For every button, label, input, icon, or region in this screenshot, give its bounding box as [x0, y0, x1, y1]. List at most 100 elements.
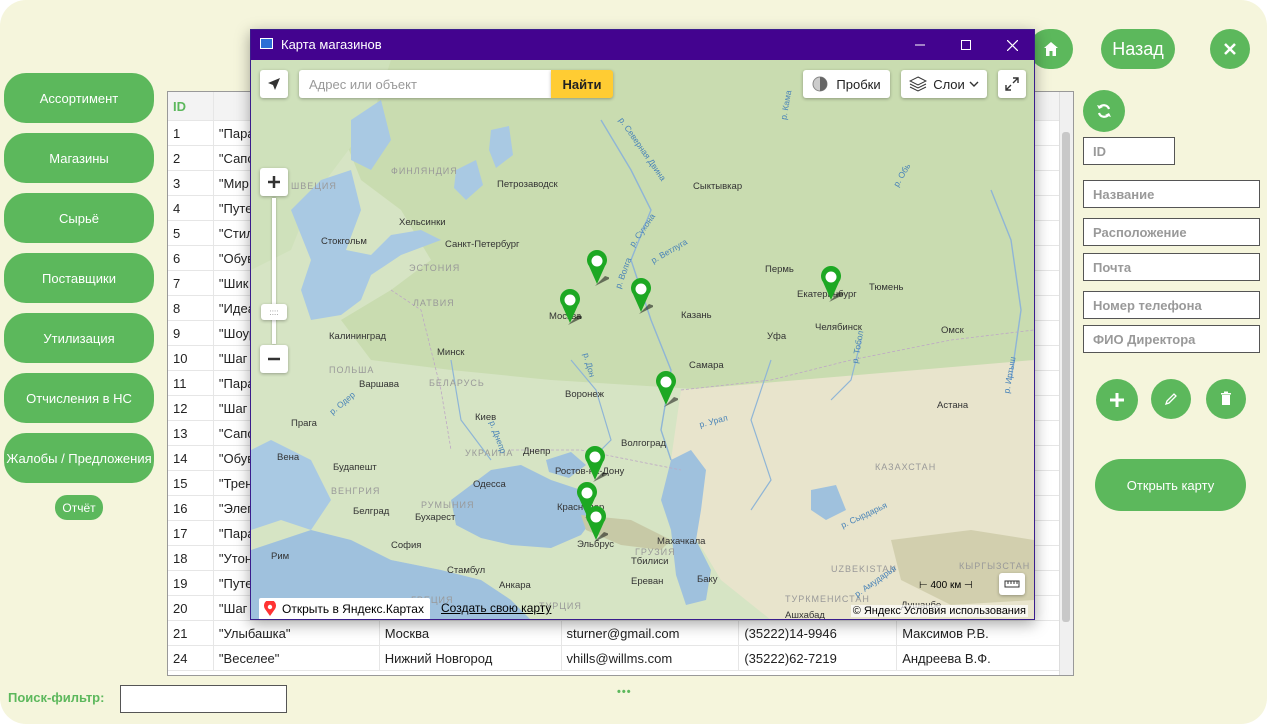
city-label: Пермь — [765, 264, 794, 275]
city-label: Уфа — [767, 331, 787, 342]
city-label: Минск — [437, 347, 465, 358]
cell-phone[interactable]: (35222)62-7219 — [738, 645, 898, 671]
cell-id[interactable]: 5 — [168, 220, 214, 246]
back-button[interactable]: Назад — [1101, 29, 1175, 69]
zoom-slider-thumb[interactable]: :::: — [261, 304, 287, 320]
name-field[interactable]: Название — [1083, 180, 1260, 208]
nav-suppliers-button[interactable]: Поставщики — [4, 253, 154, 303]
email-field[interactable]: Почта — [1083, 253, 1260, 281]
city-label: Махачкала — [657, 536, 706, 547]
nav-complaints-button[interactable]: Жалобы / Предложения — [4, 433, 154, 483]
store-pin[interactable] — [583, 446, 607, 482]
cell-phone[interactable]: (35222)14-9946 — [738, 620, 898, 646]
cell-id[interactable]: 16 — [168, 495, 214, 521]
column-header-id[interactable]: ID — [168, 92, 214, 121]
open-in-yandex-link[interactable]: Открыть в Яндекс.Картах — [259, 598, 430, 619]
edit-button[interactable] — [1151, 379, 1191, 419]
cell-name[interactable]: "Улыбашка" — [213, 620, 380, 646]
table-row[interactable]: 21 "Улыбашка" Москва sturner@gmail.com (3522… — [168, 620, 1073, 646]
map-marker-icon — [264, 601, 276, 616]
create-map-link[interactable]: Создать свою карту — [441, 601, 551, 615]
layers-label: Слои — [933, 76, 965, 92]
search-filter-label: Поиск-фильтр: — [8, 690, 105, 705]
home-button[interactable] — [1029, 29, 1073, 69]
phone-field[interactable]: Номер телефона — [1083, 291, 1260, 319]
maximize-button[interactable] — [943, 30, 989, 60]
map-window-titlebar[interactable]: Карта магазинов — [251, 30, 1034, 60]
store-pin[interactable] — [585, 250, 609, 286]
cell-city[interactable]: Нижний Новгород — [379, 645, 562, 671]
cell-id[interactable]: 1 — [168, 120, 214, 146]
store-pin[interactable] — [558, 289, 582, 325]
map-search-input[interactable]: Адрес или объект — [299, 70, 551, 98]
cell-id[interactable]: 24 — [168, 645, 214, 671]
nav-assortment-button[interactable]: Ассортимент — [4, 73, 154, 123]
map-search-placeholder: Адрес или объект — [309, 76, 417, 92]
traffic-button[interactable]: Пробки — [803, 70, 890, 98]
delete-button[interactable] — [1206, 379, 1246, 419]
zoom-out-button[interactable] — [260, 345, 288, 373]
cell-director[interactable]: Андреева В.Ф. — [896, 645, 1073, 671]
cell-city[interactable]: Москва — [379, 620, 562, 646]
zoom-slider-track[interactable] — [272, 198, 276, 344]
director-field[interactable]: ФИО Директора — [1083, 325, 1260, 353]
map-window: Карта магазинов ФИНЛЯНДИЯ ШВЕЦИЯ ЭСТОНИЯ… — [250, 29, 1035, 620]
cell-id[interactable]: 4 — [168, 195, 214, 221]
id-field[interactable]: ID — [1083, 137, 1175, 165]
cell-id[interactable]: 18 — [168, 545, 214, 571]
location-field[interactable]: Расположение — [1083, 218, 1260, 246]
close-app-button[interactable] — [1210, 29, 1250, 69]
cell-id[interactable]: 13 — [168, 420, 214, 446]
cell-id[interactable]: 17 — [168, 520, 214, 546]
cell-id[interactable]: 11 — [168, 370, 214, 396]
minimize-button[interactable] — [897, 30, 943, 60]
ruler-button[interactable] — [999, 573, 1025, 595]
refresh-button[interactable] — [1083, 90, 1125, 132]
map-find-button[interactable]: Найти — [551, 70, 613, 98]
nav-contributions-button[interactable]: Отчисления в НС — [4, 373, 154, 423]
city-label: Одесса — [473, 479, 506, 490]
layers-button[interactable]: Слои — [901, 70, 987, 98]
search-filter-input[interactable] — [120, 685, 287, 713]
cell-id[interactable]: 10 — [168, 345, 214, 371]
zoom-in-button[interactable] — [260, 168, 288, 196]
cell-name[interactable]: "Веселее" — [213, 645, 380, 671]
splitter-dots[interactable]: ••• — [617, 686, 632, 698]
city-label: Санкт-Петербург — [445, 239, 520, 250]
map-canvas[interactable]: ФИНЛЯНДИЯ ШВЕЦИЯ ЭСТОНИЯ ЛАТВИЯ БЕЛАРУСЬ… — [251, 60, 1034, 619]
store-pin[interactable] — [584, 506, 608, 542]
city-label: Прага — [291, 418, 317, 429]
cell-id[interactable]: 19 — [168, 570, 214, 596]
cell-director[interactable]: Максимов Р.В. — [896, 620, 1073, 646]
cell-id[interactable]: 15 — [168, 470, 214, 496]
cell-id[interactable]: 2 — [168, 145, 214, 171]
cell-id[interactable]: 3 — [168, 170, 214, 196]
copyright-text[interactable]: © Яндекс Условия использования — [850, 605, 1028, 617]
cell-id[interactable]: 20 — [168, 595, 214, 621]
cell-email[interactable]: vhills@willms.com — [561, 645, 740, 671]
table-row[interactable]: 24 "Веселее" Нижний Новгород vhills@willms.… — [168, 645, 1073, 671]
report-button[interactable]: Отчёт — [55, 495, 103, 520]
cell-id[interactable]: 21 — [168, 620, 214, 646]
geolocation-button[interactable] — [260, 70, 288, 98]
cell-id[interactable]: 9 — [168, 320, 214, 346]
nav-raw-materials-button[interactable]: Сырьё — [4, 193, 154, 243]
nav-stores-button[interactable]: Магазины — [4, 133, 154, 183]
cell-id[interactable]: 12 — [168, 395, 214, 421]
store-pin[interactable] — [629, 278, 653, 314]
nav-disposal-button[interactable]: Утилизация — [4, 313, 154, 363]
store-pin[interactable] — [654, 371, 678, 407]
table-scrollbar[interactable] — [1059, 92, 1073, 675]
cell-email[interactable]: sturner@gmail.com — [561, 620, 740, 646]
scrollbar-thumb[interactable] — [1062, 132, 1070, 622]
open-map-button[interactable]: Открыть карту — [1095, 459, 1246, 511]
layers-icon — [909, 76, 928, 92]
add-button[interactable] — [1096, 379, 1138, 421]
cell-id[interactable]: 14 — [168, 445, 214, 471]
cell-id[interactable]: 7 — [168, 270, 214, 296]
store-pin[interactable] — [819, 266, 843, 302]
close-map-button[interactable] — [989, 30, 1034, 60]
cell-id[interactable]: 8 — [168, 295, 214, 321]
fullscreen-button[interactable] — [998, 70, 1026, 98]
cell-id[interactable]: 6 — [168, 245, 214, 271]
